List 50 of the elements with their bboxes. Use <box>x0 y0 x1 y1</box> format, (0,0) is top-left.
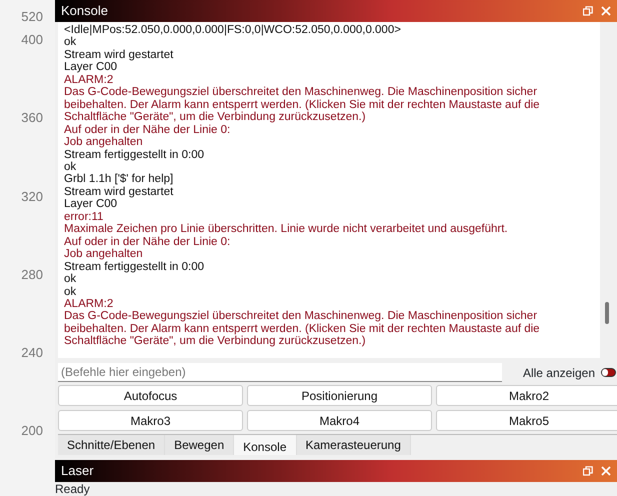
close-icon[interactable] <box>601 6 611 16</box>
log-line: ALARM:2 <box>64 74 114 86</box>
log-line: Stream wird gestartet <box>64 48 174 62</box>
log-line: Job angehalten <box>64 136 144 149</box>
tab[interactable]: Kamerasteuerung <box>296 435 411 455</box>
show-all-label: Alle anzeigen <box>522 364 595 382</box>
log-line: ok <box>64 36 78 49</box>
log-line: Grbl 1.1h ['$' for help] <box>64 173 174 186</box>
macro-button[interactable]: Makro3 <box>58 410 243 431</box>
log-line: ALARM:2 <box>64 298 114 310</box>
status-text: Ready <box>55 482 91 496</box>
log-line: Job angehalten <box>64 248 144 261</box>
log-line: Auf oder in der Nähe der Linie 0: <box>64 124 232 136</box>
ruler-label: 520 <box>21 8 43 26</box>
ruler-label: 400 <box>21 31 43 49</box>
log-line: Stream fertiggestellt in 0:00 <box>64 148 205 161</box>
tab[interactable]: Bewegen <box>165 435 234 455</box>
ruler-label: 360 <box>21 109 43 127</box>
log-line: Das G-Code-Bewegungsziel überschreitet den Maschinenweg. Die Maschinenposition sicher beibehalten. Der Alarm kann entsperrt werden. (Klicken Sie mit der rechten Maustaste auf die Schaltfläche "Geräte", um die Verbindung zurückzusetzen.) <box>64 310 541 348</box>
log-line: error:11 <box>64 210 104 224</box>
log-line: Stream fertiggestellt in 0:00 <box>64 260 205 274</box>
log-line: <Idle|MPos:52.050,0.000,0.000|FS:0,0|WCO:52.050,0.000,0.000> <box>64 24 402 36</box>
log-line: Layer C00 <box>64 61 118 74</box>
log-line: ok <box>64 160 78 174</box>
log-line: ok <box>64 286 78 298</box>
log-line: Stream wird gestartet <box>64 186 174 198</box>
close-icon[interactable] <box>601 466 611 476</box>
panel-title: Konsole <box>61 2 109 20</box>
float-icon[interactable] <box>583 466 593 476</box>
log-line: Maximale Zeichen pro Linie überschritten. Linie wurde nicht verarbeitet und ausgeführt. <box>64 223 509 236</box>
macro-button[interactable]: Makro5 <box>436 410 617 431</box>
macro-button[interactable]: Makro2 <box>436 385 617 406</box>
macro-button[interactable]: Autofocus <box>58 385 243 406</box>
ruler-label: 200 <box>21 422 43 440</box>
panel-title: Laser <box>61 462 95 480</box>
tab[interactable]: Schnitte/Ebenen <box>58 435 166 455</box>
log-line: Das G-Code-Bewegungsziel überschreitet den Maschinenweg. Die Maschinenposition sicher beibehalten. Der Alarm kann entsperrt werden. (Klicken Sie mit der rechten Maustaste auf die Schaltfläche "Geräte", um die Verbindung zurückzusetzen.) <box>64 86 541 124</box>
macro-button[interactable]: Makro4 <box>247 410 432 431</box>
macro-button[interactable]: Positionierung <box>247 385 432 406</box>
tab[interactable]: Konsole <box>234 435 296 455</box>
scrollbar-thumb[interactable] <box>605 302 609 324</box>
command-input[interactable]: (Befehle hier eingeben) <box>58 363 502 382</box>
log-line: ok <box>64 273 78 286</box>
float-icon[interactable] <box>583 6 593 16</box>
ruler-label: 280 <box>21 266 43 284</box>
ruler-label: 320 <box>21 188 43 206</box>
ruler-label: 240 <box>21 344 43 362</box>
log-line: Layer C00 <box>64 198 118 211</box>
toggle-switch[interactable] <box>601 368 616 377</box>
log-line: Auf oder in der Nähe der Linie 0: <box>64 236 232 248</box>
